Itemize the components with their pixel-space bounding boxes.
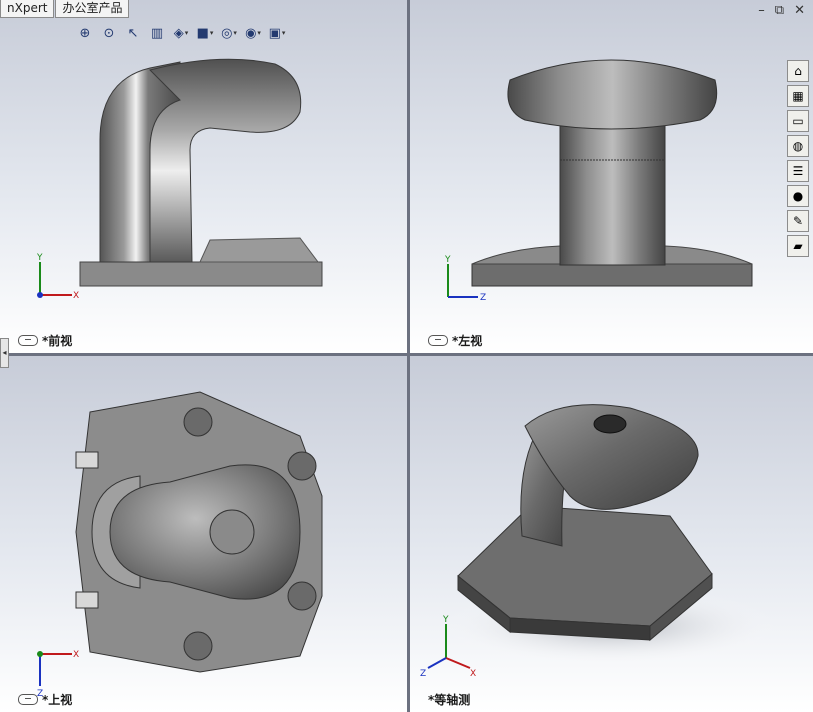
iso-axis-y-label: Y xyxy=(442,615,449,625)
left-head xyxy=(507,59,718,130)
top-axis-x-label: X xyxy=(73,650,79,660)
top-hole xyxy=(287,581,317,611)
top-view-model: Z X xyxy=(37,391,323,699)
iso-horn-hole xyxy=(593,414,627,434)
design-library-icon[interactable]: ▦ xyxy=(787,85,809,107)
front-axis-y-label: Y xyxy=(36,253,43,263)
document-tabs: nXpert 办公室产品 xyxy=(0,0,130,18)
front-base xyxy=(79,261,323,287)
viewport-top[interactable]: Z X *上视 xyxy=(0,356,407,712)
top-boss xyxy=(209,509,255,555)
iso-axis-x-label: X xyxy=(470,669,476,679)
top-hole xyxy=(287,451,317,481)
viewport-label-isometric[interactable]: *等轴测 xyxy=(428,691,470,708)
file-explorer-icon[interactable]: ▭ xyxy=(787,110,809,132)
front-horn xyxy=(149,58,302,263)
task-pane-tabs: ⌂ ▦ ▭ ◍ ☰ ● ✎ ▰ xyxy=(787,60,809,257)
top-slot xyxy=(75,591,99,609)
viewport-splitter-horizontal[interactable] xyxy=(0,353,813,356)
link-views-icon[interactable] xyxy=(18,694,38,705)
top-hole xyxy=(183,407,213,437)
home-icon[interactable]: ⌂ xyxy=(787,60,809,82)
isometric-view-model: Y X Z xyxy=(420,404,780,679)
link-views-icon[interactable] xyxy=(428,335,448,346)
appearances-icon[interactable]: ● xyxy=(787,185,809,207)
view-palette-icon[interactable]: ◍ xyxy=(787,135,809,157)
custom-properties-icon[interactable]: ✎ xyxy=(787,210,809,232)
properties-icon[interactable]: ☰ xyxy=(787,160,809,182)
top-slot xyxy=(75,451,99,469)
link-views-icon[interactable] xyxy=(18,335,38,346)
viewport-splitter-vertical[interactable] xyxy=(407,0,410,712)
viewport-isometric[interactable]: Y X Z *等轴测 xyxy=(410,356,813,712)
tab-nxpert[interactable]: nXpert xyxy=(0,0,55,18)
left-view-model: Y Z xyxy=(444,59,753,303)
tab-office-products[interactable]: 办公室产品 xyxy=(55,0,130,18)
front-view-model: Y X xyxy=(36,58,323,301)
viewport-label-front[interactable]: *前视 xyxy=(18,332,72,349)
iso-axis-z-label: Z xyxy=(420,669,426,679)
viewport-front[interactable]: ⊕ ⊙ ↖ ▥ ◈ ▾ ■ ▾ ◎ ▾ ◉ ▾ ▣ ▾ Y X *前视 xyxy=(0,0,407,353)
viewport-left[interactable]: – ⧉ ✕ Y Z ⌂ ▦ ▭ ◍ ☰ ● ✎ ▰ *左视 xyxy=(410,0,813,353)
front-base-rib xyxy=(199,237,319,263)
front-axis-x-label: X xyxy=(73,291,79,301)
top-hole xyxy=(183,631,213,661)
left-base xyxy=(471,263,753,287)
left-axis-y-label: Y xyxy=(444,255,451,265)
viewport-label-left[interactable]: *左视 xyxy=(428,332,482,349)
left-axis-z-label: Z xyxy=(480,293,486,303)
viewport-label-top[interactable]: *上视 xyxy=(18,691,72,708)
collapse-panel-handle[interactable]: ◂ xyxy=(0,338,9,368)
left-column xyxy=(559,114,666,266)
open-folder-icon[interactable]: ▰ xyxy=(787,235,809,257)
